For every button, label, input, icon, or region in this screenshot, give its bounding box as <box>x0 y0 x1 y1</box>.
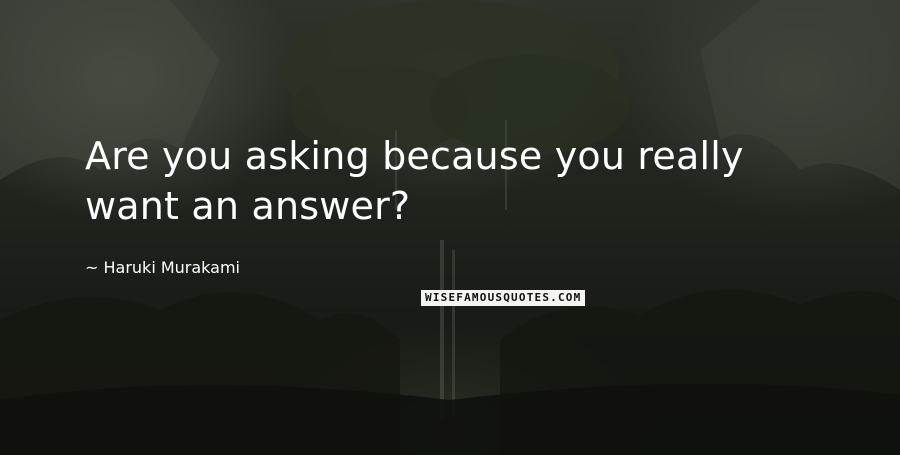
quote-card: Are you asking because you really want a… <box>0 0 900 455</box>
quote-line-1: Are you asking because you really <box>85 134 744 178</box>
quote-text: Are you asking because you really want a… <box>85 131 845 231</box>
quote-line-2: want an answer? <box>85 184 411 228</box>
watermark-badge: WISEFAMOUSQUOTES.COM <box>421 290 586 306</box>
quote-author: ~ Haruki Murakami <box>85 258 240 277</box>
